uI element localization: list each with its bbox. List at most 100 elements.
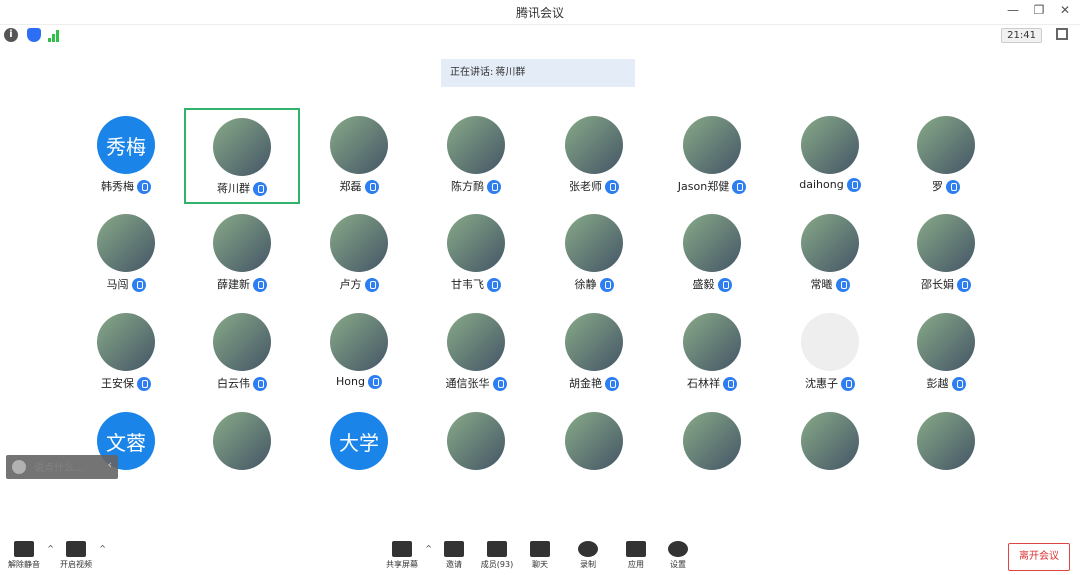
participant-name-line: 邵长娟	[888, 276, 1004, 292]
avatar	[447, 214, 505, 272]
mic-icon	[137, 180, 151, 194]
camera-off-icon	[66, 541, 86, 557]
participant-name-line: daihong	[772, 178, 888, 192]
mic-icon	[841, 377, 855, 391]
participant-tile[interactable]: 徐静	[536, 206, 652, 302]
info-icon[interactable]: i	[4, 28, 18, 42]
add-user-icon	[444, 541, 464, 557]
start-video-button[interactable]: 开启视频 ^	[48, 541, 106, 570]
participant-name-line: 盛毅	[654, 276, 770, 292]
participant-name: 徐静	[574, 278, 597, 291]
fullscreen-icon[interactable]	[1056, 28, 1068, 40]
participant-tile[interactable]: daihong	[772, 108, 888, 204]
participant-name-line: 马闯	[68, 276, 184, 292]
avatar	[801, 214, 859, 272]
participant-tile[interactable]: 大学	[301, 404, 417, 500]
participant-tile[interactable]: 胡金艳	[536, 305, 652, 401]
participant-name: 白云伟	[217, 377, 250, 390]
avatar	[917, 116, 975, 174]
mic-icon	[605, 180, 619, 194]
members-icon	[487, 541, 507, 557]
participant-tile[interactable]: Jason郑健	[654, 108, 770, 204]
window-controls: — ❐ ✕	[1006, 3, 1072, 17]
record-icon	[578, 541, 598, 557]
unmute-button[interactable]: 解除静音 ^	[0, 541, 54, 570]
gear-icon	[668, 541, 688, 557]
participant-tile[interactable]: 蒋川群	[184, 108, 300, 204]
participant-tile[interactable]: 薛建新	[184, 206, 300, 302]
avatar	[447, 313, 505, 371]
participant-tile[interactable]: 卢方	[301, 206, 417, 302]
participant-tile[interactable]	[888, 404, 1004, 500]
participant-tile[interactable]	[772, 404, 888, 500]
mic-icon	[957, 278, 971, 292]
minimize-button[interactable]: —	[1006, 3, 1020, 17]
avatar	[447, 412, 505, 470]
chat-input[interactable]	[32, 458, 96, 478]
participant-tile[interactable]: 文蓉	[68, 404, 184, 500]
participant-tile[interactable]: 王安保	[68, 305, 184, 401]
participant-name-line: 罗	[888, 178, 1004, 194]
participant-tile[interactable]: 彭越	[888, 305, 1004, 401]
collapse-chat-icon[interactable]: ‹	[108, 458, 112, 471]
participant-name-line: 徐静	[536, 276, 652, 292]
restore-button[interactable]: ❐	[1032, 3, 1046, 17]
signal-icon[interactable]	[48, 28, 62, 42]
participant-name: 通信张华	[445, 377, 490, 390]
avatar	[213, 313, 271, 371]
participant-name-line: Jason郑健	[654, 178, 770, 194]
avatar	[801, 313, 859, 371]
participant-tile[interactable]: 甘韦飞	[418, 206, 534, 302]
participant-tile[interactable]	[418, 404, 534, 500]
mic-icon	[605, 377, 619, 391]
mic-icon	[131, 278, 146, 292]
mic-icon	[846, 178, 861, 192]
participant-name: 卢方	[339, 278, 362, 291]
participant-tile[interactable]: 秀梅 韩秀梅	[68, 108, 184, 204]
shield-icon[interactable]	[27, 28, 41, 42]
avatar	[213, 214, 271, 272]
participant-tile[interactable]: 石林祥	[654, 305, 770, 401]
avatar	[330, 214, 388, 272]
participant-tile[interactable]: 罗	[888, 108, 1004, 204]
close-button[interactable]: ✕	[1058, 3, 1072, 17]
avatar	[213, 118, 271, 176]
participant-tile[interactable]: 盛毅	[654, 206, 770, 302]
participant-tile[interactable]: 马闯	[68, 206, 184, 302]
participant-tile[interactable]: 邵长娟	[888, 206, 1004, 302]
participant-tile[interactable]: 白云伟	[184, 305, 300, 401]
avatar: 秀梅	[97, 116, 155, 174]
participant-tile[interactable]: 沈惠子	[772, 305, 888, 401]
participant-tile[interactable]: 常曦	[772, 206, 888, 302]
settings-button[interactable]: 设置	[650, 541, 706, 570]
speaking-label: 正在讲话:	[450, 67, 494, 78]
participant-tile[interactable]: 张老师	[536, 108, 652, 204]
participant-name-line: 蒋川群	[186, 180, 298, 196]
leave-meeting-button[interactable]: 离开会议	[1008, 543, 1070, 571]
avatar	[213, 412, 271, 470]
mic-icon	[253, 377, 267, 391]
participant-name-line: 卢方	[301, 276, 417, 292]
participant-name-line: 郑磊	[301, 178, 417, 194]
participant-name: 蒋川群	[217, 182, 250, 195]
avatar	[917, 214, 975, 272]
participant-tile[interactable]: 通信张华	[418, 305, 534, 401]
participant-tile[interactable]	[536, 404, 652, 500]
emoji-icon[interactable]	[12, 460, 26, 474]
participant-tile[interactable]	[184, 404, 300, 500]
meeting-timer: 21:41	[1001, 28, 1042, 43]
video-options-caret[interactable]: ^	[99, 544, 106, 553]
participant-tile[interactable]: 郑磊	[301, 108, 417, 204]
apps-icon	[626, 541, 646, 557]
participant-tile[interactable]	[654, 404, 770, 500]
share-screen-button[interactable]: 共享屏幕 ^	[374, 541, 432, 570]
mic-icon	[951, 377, 966, 391]
mic-icon	[723, 377, 737, 391]
chat-input-box[interactable]: ‹	[6, 455, 118, 479]
participant-name: 邵长娟	[921, 278, 954, 291]
participant-tile[interactable]: 陈方鸸	[418, 108, 534, 204]
participant-name-line: Hong	[301, 375, 417, 389]
participant-name: 郑磊	[339, 180, 362, 193]
participant-name: 盛毅	[692, 278, 715, 291]
participant-tile[interactable]: Hong	[301, 305, 417, 401]
